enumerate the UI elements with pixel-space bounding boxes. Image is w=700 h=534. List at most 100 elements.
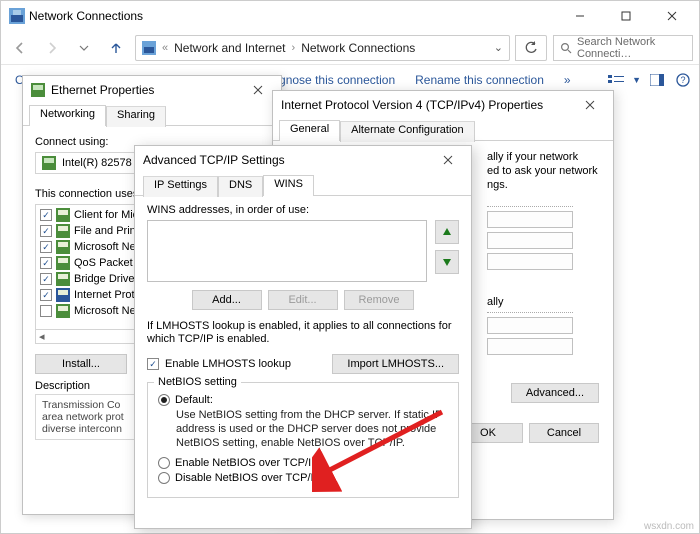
- netbios-caption: NetBIOS setting: [154, 376, 241, 388]
- view-options-button[interactable]: [606, 70, 626, 90]
- component-checkbox[interactable]: ✓: [40, 225, 52, 237]
- component-checkbox[interactable]: ✓: [40, 209, 52, 221]
- import-lmhosts-button[interactable]: Import LMHOSTS...: [332, 354, 459, 374]
- component-checkbox[interactable]: ✓: [40, 273, 52, 285]
- wins-addresses-label: WINS addresses, in order of use:: [147, 204, 459, 216]
- overflow-cmd[interactable]: »: [556, 71, 579, 89]
- dialog-title: Internet Protocol Version 4 (TCP/IPv4) P…: [281, 98, 543, 112]
- advanced-button[interactable]: Advanced...: [511, 383, 599, 403]
- netbios-group: NetBIOS setting Default: Use NetBIOS set…: [147, 382, 459, 497]
- dialog-titlebar: Ethernet Properties: [23, 76, 281, 104]
- tab-dns[interactable]: DNS: [218, 176, 263, 197]
- component-icon: [56, 224, 70, 238]
- chevron-right-icon: ›: [292, 42, 296, 54]
- advanced-tcpip-dialog: Advanced TCP/IP Settings IP Settings DNS…: [134, 145, 472, 529]
- netbios-disable-label: Disable NetBIOS over TCP/IP: [175, 472, 321, 484]
- nic-icon: [31, 83, 45, 97]
- netbios-default-radio[interactable]: [158, 394, 170, 406]
- search-placeholder: Search Network Connecti…: [577, 36, 686, 60]
- back-button[interactable]: [7, 35, 33, 61]
- dialog-titlebar: Advanced TCP/IP Settings: [135, 146, 471, 174]
- tab-strip: IP Settings DNS WINS: [135, 174, 471, 196]
- edit-button[interactable]: Edit...: [268, 290, 338, 310]
- component-icon: [56, 208, 70, 222]
- close-button[interactable]: [243, 78, 273, 102]
- netbios-default-label: Default:: [175, 394, 213, 406]
- netbios-default-note: Use NetBIOS setting from the DHCP server…: [158, 409, 448, 450]
- enable-lmhosts-label: Enable LMHOSTS lookup: [165, 358, 291, 370]
- move-down-button[interactable]: [435, 250, 459, 274]
- preview-pane-button[interactable]: [647, 70, 667, 90]
- separator-icon: «: [162, 42, 168, 54]
- chevron-down-icon[interactable]: ▼: [632, 75, 641, 85]
- ip-field[interactable]: [487, 253, 573, 270]
- component-checkbox[interactable]: ✓: [40, 289, 52, 301]
- refresh-button[interactable]: [515, 35, 547, 61]
- move-up-button[interactable]: [435, 220, 459, 244]
- tab-alternate-configuration[interactable]: Alternate Configuration: [340, 121, 475, 142]
- search-icon: [560, 42, 572, 54]
- tab-wins[interactable]: WINS: [263, 175, 314, 196]
- breadcrumb[interactable]: Network Connections: [301, 41, 415, 55]
- watermark: wsxdn.com: [644, 521, 694, 532]
- dialog-titlebar: Internet Protocol Version 4 (TCP/IPv4) P…: [273, 91, 613, 119]
- tab-ip-settings[interactable]: IP Settings: [143, 176, 218, 197]
- tab-strip: General Alternate Configuration: [273, 119, 613, 141]
- ip-field[interactable]: [487, 211, 573, 228]
- component-icon: [56, 288, 70, 302]
- remove-button[interactable]: Remove: [344, 290, 415, 310]
- location-icon: [142, 41, 156, 55]
- tab-networking[interactable]: Networking: [29, 105, 106, 126]
- netbios-enable-label: Enable NetBIOS over TCP/IP: [175, 457, 318, 469]
- up-button[interactable]: [103, 35, 129, 61]
- tab-strip: Networking Sharing: [23, 104, 281, 126]
- close-button[interactable]: [575, 93, 605, 117]
- component-label: Client for Micr: [74, 209, 142, 221]
- adapter-name: Intel(R) 82578: [62, 157, 132, 169]
- component-label: File and Print: [74, 225, 139, 237]
- ip-field[interactable]: [487, 317, 573, 334]
- cancel-button[interactable]: Cancel: [529, 423, 599, 443]
- dialog-title: Ethernet Properties: [51, 83, 154, 97]
- component-icon: [56, 272, 70, 286]
- chevron-down-icon[interactable]: ⌄: [494, 41, 503, 54]
- dialog-title: Advanced TCP/IP Settings: [143, 153, 285, 167]
- forward-button[interactable]: [39, 35, 65, 61]
- address-bar-row: « Network and Internet › Network Connect…: [1, 31, 699, 65]
- close-button[interactable]: [649, 1, 695, 31]
- window-title: Network Connections: [29, 9, 557, 23]
- netbios-enable-radio[interactable]: [158, 457, 170, 469]
- address-bar[interactable]: « Network and Internet › Network Connect…: [135, 35, 510, 61]
- component-label: Microsoft Ne: [74, 241, 136, 253]
- install-button[interactable]: Install...: [35, 354, 127, 374]
- search-input[interactable]: Search Network Connecti…: [553, 35, 693, 61]
- wins-addresses-list[interactable]: [147, 220, 427, 282]
- maximize-button[interactable]: [603, 1, 649, 31]
- tab-general[interactable]: General: [279, 120, 340, 141]
- minimize-button[interactable]: [557, 1, 603, 31]
- component-label: Microsoft Ne: [74, 305, 136, 317]
- netbios-disable-radio[interactable]: [158, 472, 170, 484]
- component-label: QoS Packet: [74, 257, 133, 269]
- component-checkbox[interactable]: [40, 305, 52, 317]
- help-button[interactable]: ?: [673, 70, 693, 90]
- recent-button[interactable]: [71, 35, 97, 61]
- tab-sharing[interactable]: Sharing: [106, 106, 166, 127]
- enable-lmhosts-checkbox[interactable]: ✓: [147, 358, 159, 370]
- component-label: Bridge Driver: [74, 273, 138, 285]
- dotted-line: [487, 206, 573, 207]
- breadcrumb[interactable]: Network and Internet: [174, 41, 285, 55]
- component-checkbox[interactable]: ✓: [40, 257, 52, 269]
- add-button[interactable]: Add...: [192, 290, 262, 310]
- scroll-left-icon[interactable]: ◂: [36, 330, 48, 343]
- rename-cmd[interactable]: Rename this connection: [407, 71, 552, 89]
- component-checkbox[interactable]: ✓: [40, 241, 52, 253]
- ip-field[interactable]: [487, 232, 573, 249]
- component-icon: [56, 240, 70, 254]
- component-icon: [56, 256, 70, 270]
- dotted-line: [487, 312, 573, 313]
- explorer-titlebar: Network Connections: [1, 1, 699, 31]
- close-button[interactable]: [433, 148, 463, 172]
- ip-field[interactable]: [487, 338, 573, 355]
- svg-text:?: ?: [680, 75, 685, 85]
